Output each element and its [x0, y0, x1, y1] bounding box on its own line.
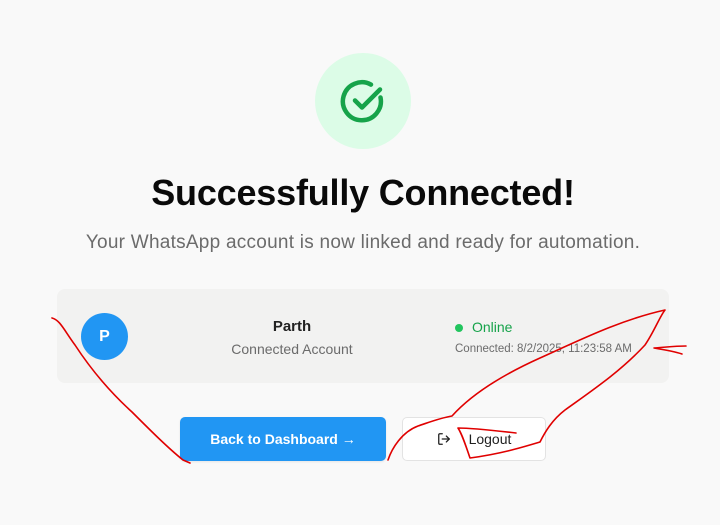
connected-timestamp: Connected: 8/2/2025, 11:23:58 AM: [455, 343, 632, 355]
status-text: Online: [472, 319, 513, 335]
page-title: Successfully Connected!: [151, 172, 575, 213]
back-to-dashboard-button[interactable]: Back to Dashboard →: [180, 417, 386, 461]
success-badge: [315, 53, 411, 149]
check-circle-icon: [340, 80, 384, 123]
avatar: P: [81, 313, 128, 360]
account-name: Parth: [272, 318, 312, 335]
logout-label: Logout: [468, 431, 512, 447]
logout-button[interactable]: Logout: [402, 417, 546, 461]
account-card: P Parth Connected Account Online Connect…: [57, 289, 669, 383]
logout-icon: [437, 432, 451, 446]
status-indicator: Online: [455, 319, 512, 336]
status-dot-icon: [455, 323, 463, 332]
account-label: Connected Account: [231, 341, 353, 357]
page-subtitle: Your WhatsApp account is now linked and …: [85, 232, 641, 253]
